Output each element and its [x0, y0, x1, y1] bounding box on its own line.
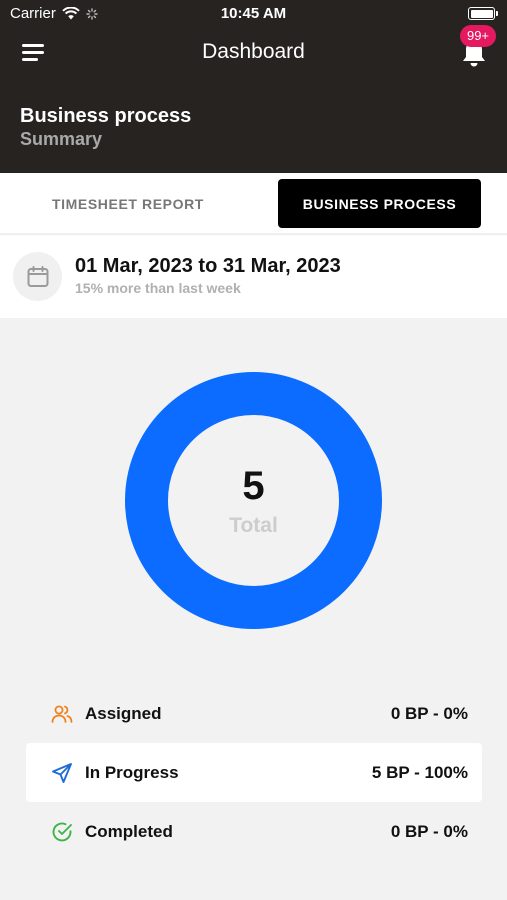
- legend-name: Completed: [85, 821, 173, 841]
- section-subtitle: Summary: [20, 129, 103, 149]
- date-comparison: 15% more than last week: [75, 280, 241, 296]
- legend-value: 0 BP - 0%: [390, 703, 468, 723]
- date-range: 01 Mar, 2023 to 31 Mar, 2023: [75, 255, 341, 277]
- legend-name: Assigned: [85, 703, 162, 723]
- status-bar: Carrier 10:45 AM: [0, 0, 507, 28]
- legend-row-in-progress[interactable]: In Progress 5 BP - 100%: [26, 743, 482, 802]
- tab-business-process[interactable]: BUSINESS PROCESS: [278, 179, 481, 228]
- donut-total-value: 5: [242, 464, 265, 508]
- calendar-icon: [27, 265, 48, 287]
- page-title: Dashboard: [202, 40, 305, 63]
- notification-badge[interactable]: 99+: [460, 25, 496, 47]
- calendar-button[interactable]: [13, 252, 62, 301]
- app-header: Carrier 10:45 AM Dashboard 99+ Business …: [0, 0, 507, 173]
- legend-value: 0 BP - 0%: [390, 821, 468, 841]
- donut-total-label: Total: [229, 514, 278, 537]
- legend-row-completed[interactable]: Completed 0 BP - 0%: [26, 802, 482, 861]
- date-filter[interactable]: 01 Mar, 2023 to 31 Mar, 2023 15% more th…: [0, 234, 507, 318]
- legend-name: In Progress: [85, 762, 179, 782]
- legend-value: 5 BP - 100%: [371, 762, 468, 782]
- check-circle-icon: [50, 820, 74, 844]
- tab-timesheet-report[interactable]: TIMESHEET REPORT: [10, 179, 246, 228]
- section-title: Business process: [20, 105, 192, 127]
- send-icon: [50, 761, 74, 785]
- report-tabs: TIMESHEET REPORT BUSINESS PROCESS: [0, 173, 507, 233]
- battery-icon: [468, 7, 498, 20]
- users-icon: [50, 702, 74, 726]
- status-time: 10:45 AM: [220, 5, 287, 22]
- legend-row-assigned[interactable]: Assigned 0 BP - 0%: [26, 684, 482, 743]
